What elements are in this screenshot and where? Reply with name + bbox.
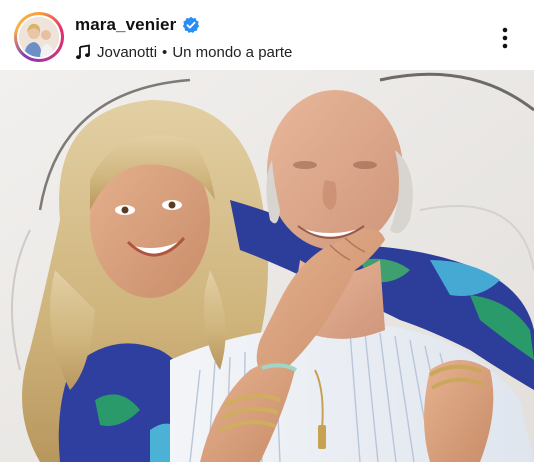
username[interactable]: mara_venier	[75, 15, 176, 35]
music-title: Un mondo a parte	[172, 43, 293, 61]
music-note-icon	[75, 44, 91, 60]
username-row: mara_venier	[75, 14, 200, 36]
music-artist: Jovanotti	[97, 43, 158, 61]
post-photo-illustration	[0, 70, 534, 462]
avatar-border	[17, 15, 61, 59]
post-photo[interactable]	[0, 70, 534, 462]
avatar[interactable]	[19, 17, 59, 57]
music-row[interactable]: Jovanotti • Un mondo a parte	[75, 42, 292, 62]
music-separator: •	[162, 43, 168, 61]
avatar-figure-icon	[19, 17, 59, 57]
story-ring[interactable]	[14, 12, 64, 62]
more-options-button[interactable]	[496, 24, 514, 52]
post-header: mara_venier Jovanotti • Un mondo a parte	[0, 0, 534, 70]
verified-badge-icon	[182, 16, 200, 34]
more-options-icon	[502, 27, 508, 49]
